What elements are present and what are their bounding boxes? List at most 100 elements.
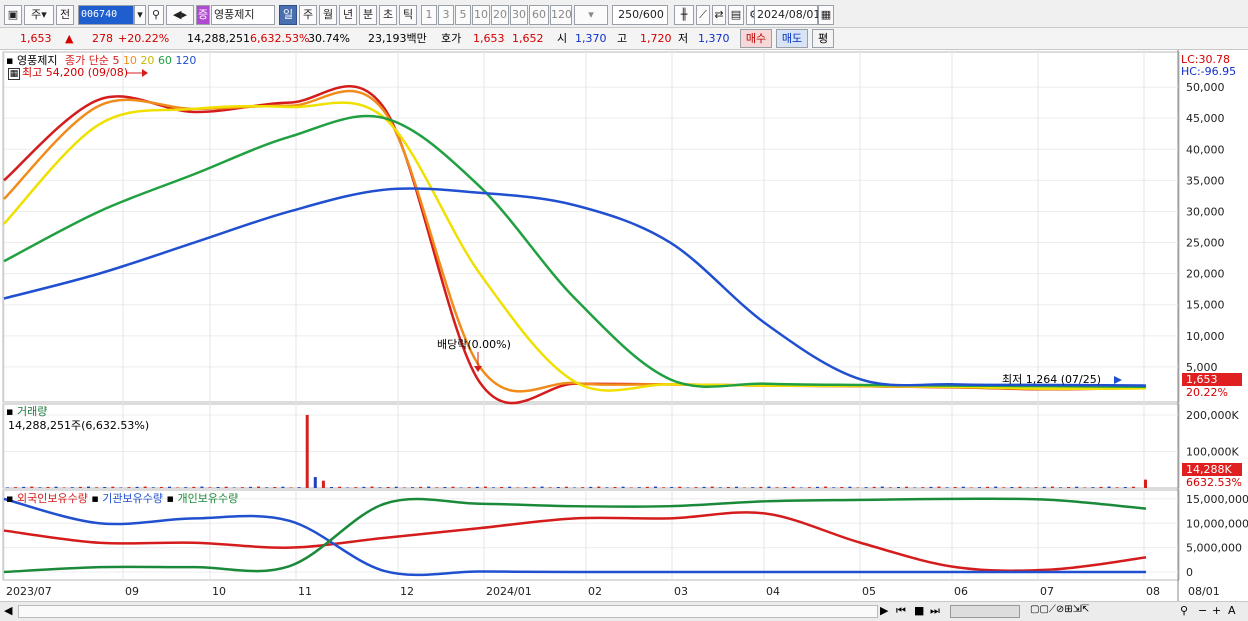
volume-bar: [872, 486, 876, 488]
ma-120: 120: [175, 54, 197, 67]
holding-tick-label: 15,000,000: [1186, 493, 1248, 506]
calendar-icon[interactable]: ▦: [818, 5, 834, 25]
stop-icon[interactable]: ■: [914, 604, 924, 617]
volume-bar: [929, 486, 933, 488]
stock-chart[interactable]: 50,000 45,000 40,000 35,000 30,000 25,000 20,0…: [0, 50, 1248, 601]
window-icon[interactable]: ▣: [4, 5, 22, 25]
price-tick-label: 45,000: [1186, 112, 1225, 125]
scroll-track[interactable]: [18, 605, 878, 618]
volume-bar: [127, 487, 131, 488]
stock-code-input[interactable]: 006740: [78, 5, 134, 25]
drawing-tools-icon[interactable]: ▢▢⟋⊘⊞⇲⇱: [1030, 604, 1089, 615]
volume-bar: [718, 487, 722, 488]
volume-bar: [832, 487, 836, 488]
minute-option-20[interactable]: 20: [491, 5, 509, 25]
code-dropdown-icon[interactable]: ▾: [134, 5, 146, 25]
eval-button[interactable]: 평: [812, 29, 834, 48]
volume-bar: [330, 487, 333, 488]
prev-button[interactable]: 전: [56, 5, 74, 25]
panel-frame: [2, 51, 1180, 403]
zoom-slider[interactable]: [950, 605, 1020, 618]
buy-button[interactable]: 매수: [740, 29, 772, 48]
current-price: 1,653: [20, 32, 52, 45]
volume-bar: [362, 486, 366, 488]
last-change-label: 20.22%: [1186, 386, 1228, 399]
count-field[interactable]: 250/600: [612, 5, 668, 25]
volume-bar: [281, 486, 285, 488]
square-icon: ▪: [91, 492, 99, 505]
sell-button[interactable]: 매도: [776, 29, 808, 48]
volume-bar: [87, 486, 90, 488]
individual-holding-label: 개인보유수량: [177, 492, 239, 505]
volume-bar: [402, 487, 406, 488]
square-icon: ▪: [6, 492, 14, 505]
font-icon[interactable]: A: [1228, 604, 1236, 617]
holding-panel-legend: ▪ 외국인보유수량 ▪ 기관보유수량 ▪ 개인보유수량: [6, 492, 238, 505]
save-icon[interactable]: ▤: [728, 5, 744, 25]
volume-bar: [159, 487, 163, 488]
volume-bar: [176, 487, 180, 488]
minute-option-3[interactable]: 3: [438, 5, 454, 25]
turnover-rate: 30.74%: [308, 32, 350, 45]
minute-option-60[interactable]: 60: [529, 5, 549, 25]
grid-toggle-icon[interactable]: ▦: [8, 68, 20, 80]
scroll-right-icon[interactable]: ▶: [880, 604, 888, 617]
low-marker: 최저 1,264 (07/25): [1002, 373, 1102, 386]
period-type-select[interactable]: 주▾: [24, 5, 54, 25]
minute-option-1[interactable]: 1: [421, 5, 437, 25]
first-icon[interactable]: ⏮: [896, 604, 906, 618]
tab-monthly[interactable]: 월: [319, 5, 337, 25]
price-tick-label: 5,000: [1186, 361, 1218, 374]
tab-tick[interactable]: 틱: [399, 5, 417, 25]
search-icon[interactable]: ⚲: [148, 5, 164, 25]
volume-bar: [6, 487, 9, 488]
zoom-in-icon[interactable]: +: [1212, 604, 1221, 617]
candle-icon[interactable]: ╫: [674, 5, 694, 25]
volume-bar: [524, 487, 528, 488]
scrollbar[interactable]: ◀ ▶ ⏮ ■ ⏭ ▢▢⟋⊘⊞⇲⇱ ⚲ − + A: [0, 601, 1248, 621]
volume-bar: [791, 486, 795, 488]
compare-icon[interactable]: ⇄: [712, 5, 726, 25]
volume-bar: [1075, 486, 1079, 488]
volume-bar: [386, 487, 390, 488]
volume-tick-label: 100,000K: [1186, 445, 1239, 458]
open-label: 시: [557, 32, 568, 45]
x-tick-label: 07: [1040, 585, 1054, 598]
tab-minute[interactable]: 분: [359, 5, 377, 25]
volume-bar: [111, 486, 115, 488]
ma-60: 60: [157, 54, 172, 67]
volume-bar: [443, 487, 447, 488]
volume-tick-label: 200,000K: [1186, 409, 1239, 422]
zoom-out-icon[interactable]: −: [1198, 604, 1207, 617]
date-field[interactable]: 2024/08/01: [754, 5, 820, 25]
volume-value: 14,288,251: [187, 32, 250, 45]
x-tick-label: 04: [766, 585, 780, 598]
volume-bar: [338, 486, 342, 488]
volume-bar: [1067, 487, 1071, 488]
minute-option-30[interactable]: 30: [510, 5, 528, 25]
tab-second[interactable]: 초: [379, 5, 397, 25]
tab-yearly[interactable]: 년: [339, 5, 357, 25]
stock-badge: 증: [196, 5, 210, 25]
minute-option-120[interactable]: 120: [550, 5, 572, 25]
volume-bar: [556, 487, 560, 488]
volume-bar: [783, 487, 787, 488]
last-icon[interactable]: ⏭: [930, 604, 940, 618]
zoom-icon[interactable]: ⚲: [1180, 604, 1188, 617]
tab-weekly[interactable]: 주: [299, 5, 317, 25]
stock-name-field[interactable]: 영풍제지: [211, 5, 275, 25]
volume-bar: [654, 486, 657, 488]
minute-option-5[interactable]: 5: [455, 5, 471, 25]
minute-dropdown[interactable]: ▾: [574, 5, 608, 25]
scroll-left-icon[interactable]: ◀: [4, 604, 12, 617]
x-tick-label: 08: [1146, 585, 1160, 598]
line-tool-icon[interactable]: ⟋: [696, 5, 710, 25]
volume-bar: [702, 486, 706, 488]
speaker-icon[interactable]: ◀▸: [166, 5, 194, 25]
volume-bar: [192, 486, 196, 488]
volume-bar: [200, 486, 204, 488]
minute-option-10[interactable]: 10: [472, 5, 490, 25]
count-total: /600: [639, 8, 664, 21]
tab-daily[interactable]: 일: [279, 5, 297, 25]
volume-bar: [419, 486, 423, 488]
